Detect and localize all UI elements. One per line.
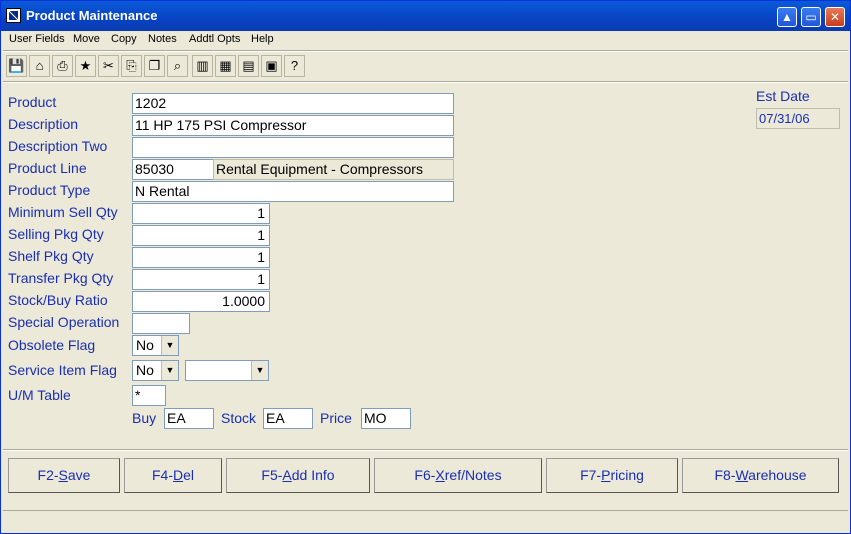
- service-item-flag-select[interactable]: No ▼: [132, 360, 179, 381]
- print-icon[interactable]: ⎙: [52, 55, 73, 77]
- xref-rest: ref/Notes: [444, 467, 502, 483]
- button-separator: [3, 449, 848, 451]
- menu-addtl-opts[interactable]: Addtl Opts: [189, 33, 240, 45]
- bldg-icon[interactable]: ▦: [215, 55, 236, 77]
- delete-button[interactable]: F4-Del: [124, 458, 222, 493]
- min-sell-qty-field[interactable]: 1: [132, 203, 270, 224]
- description-two-label: Description Two: [8, 138, 108, 154]
- xref-mnemonic: X: [435, 467, 445, 483]
- product-line-code-field[interactable]: 85030: [132, 159, 214, 180]
- del-mnemonic: D: [172, 467, 184, 483]
- obsolete-flag-value: No: [136, 337, 154, 353]
- shelf-pkg-qty-label: Shelf Pkg Qty: [8, 248, 94, 264]
- special-operation-field[interactable]: [132, 313, 190, 334]
- pricing-button[interactable]: F7-Pricing: [546, 458, 678, 493]
- title-bar[interactable]: Product Maintenance ▲ ▭ ✕: [1, 1, 850, 31]
- toolbar-separator: [3, 81, 848, 83]
- product-label: Product: [8, 94, 57, 110]
- save-mnemonic: S: [58, 467, 68, 483]
- copy-icon[interactable]: ⎘: [121, 55, 142, 77]
- product-type-field[interactable]: N Rental: [132, 181, 454, 202]
- um-table-field[interactable]: *: [132, 385, 166, 406]
- product-line-label: Product Line: [8, 160, 87, 176]
- save-icon[interactable]: 💾: [6, 55, 27, 77]
- selling-pkg-qty-field[interactable]: 1: [132, 225, 270, 246]
- chevron-down-icon[interactable]: ▼: [161, 336, 178, 355]
- special-operation-label: Special Operation: [8, 314, 120, 330]
- product-type-label: Product Type: [8, 182, 91, 198]
- stock-buy-ratio-label: Stock/Buy Ratio: [8, 292, 108, 308]
- est-date-value: 07/31/06: [756, 108, 840, 129]
- window-title: Product Maintenance: [26, 8, 158, 23]
- minimize-button[interactable]: ▲: [777, 7, 797, 27]
- run-icon[interactable]: ★: [75, 55, 96, 77]
- warehouse-button[interactable]: F8-Warehouse: [682, 458, 839, 493]
- obsolete-flag-label: Obsolete Flag: [8, 337, 96, 353]
- maximize-button[interactable]: ▭: [801, 7, 821, 27]
- cut-icon[interactable]: ✂: [98, 55, 119, 77]
- service-item-flag-label: Service Item Flag: [8, 362, 117, 378]
- buy-field[interactable]: EA: [164, 408, 214, 429]
- product-line-name: Rental Equipment - Compressors: [213, 159, 454, 180]
- calendar-icon[interactable]: ▣: [261, 55, 282, 77]
- shelf-pkg-qty-field[interactable]: 1: [132, 247, 270, 268]
- find-icon[interactable]: ⌕: [167, 55, 188, 77]
- menu-move[interactable]: Move: [73, 33, 100, 45]
- xref-notes-button[interactable]: F6-Xref/Notes: [374, 458, 542, 493]
- calculator-icon[interactable]: ▤: [238, 55, 259, 77]
- service-item-second-select[interactable]: ▼: [185, 360, 269, 381]
- description-two-field[interactable]: [132, 137, 454, 158]
- add-info-button[interactable]: F5-Add Info: [226, 458, 370, 493]
- menu-copy[interactable]: Copy: [111, 33, 137, 45]
- warehouse-rest: arehouse: [748, 467, 807, 483]
- paste-icon[interactable]: ❐: [144, 55, 165, 77]
- selling-pkg-qty-label: Selling Pkg Qty: [8, 226, 104, 242]
- del-key: F4-: [151, 467, 173, 483]
- stock-buy-ratio-field[interactable]: 1.0000: [132, 291, 270, 312]
- del-rest: el: [183, 467, 195, 483]
- app-icon: [6, 8, 21, 23]
- clear-icon[interactable]: ⌂: [29, 55, 50, 77]
- obsolete-flag-select[interactable]: No ▼: [132, 335, 179, 356]
- menu-notes[interactable]: Notes: [148, 33, 177, 45]
- pricing-key: F7-: [580, 467, 602, 483]
- chevron-down-icon[interactable]: ▼: [251, 361, 268, 380]
- buy-label: Buy: [132, 410, 157, 426]
- add-info-rest: dd Info: [291, 467, 335, 483]
- product-maintenance-window: Product Maintenance ▲ ▭ ✕ User Fields Mo…: [0, 0, 851, 534]
- warehouse-key: F8-: [714, 467, 736, 483]
- description-field[interactable]: 11 HP 175 PSI Compressor: [132, 115, 454, 136]
- price-label: Price: [320, 410, 352, 426]
- transfer-pkg-qty-label: Transfer Pkg Qty: [8, 270, 114, 286]
- close-button[interactable]: ✕: [825, 7, 845, 27]
- service-item-flag-value: No: [136, 362, 154, 378]
- help-icon[interactable]: ?: [284, 55, 305, 77]
- warehouse-mnemonic: W: [735, 467, 749, 483]
- menu-bar: User Fields Move Copy Notes Addtl Opts H…: [1, 31, 850, 49]
- save-rest: ave: [67, 467, 91, 483]
- stock-field[interactable]: EA: [263, 408, 313, 429]
- menu-user-fields[interactable]: User Fields: [9, 33, 65, 45]
- transfer-pkg-qty-field[interactable]: 1: [132, 269, 270, 290]
- status-bar: [3, 510, 848, 533]
- add-info-mnemonic: A: [282, 467, 292, 483]
- um-table-label: U/M Table: [8, 387, 71, 403]
- min-sell-qty-label: Minimum Sell Qty: [8, 204, 118, 220]
- price-field[interactable]: MO: [361, 408, 411, 429]
- chevron-down-icon[interactable]: ▼: [161, 361, 178, 380]
- stock-label: Stock: [221, 410, 257, 426]
- menu-help[interactable]: Help: [251, 33, 274, 45]
- save-button[interactable]: F2-Save: [8, 458, 120, 493]
- description-label: Description: [8, 116, 79, 132]
- pricing-rest: ricing: [610, 467, 644, 483]
- add-info-key: F5-: [261, 467, 283, 483]
- menu-separator: [3, 50, 848, 52]
- product-field[interactable]: 1202: [132, 93, 454, 114]
- save-key: F2-: [37, 467, 59, 483]
- est-date-label: Est Date: [756, 88, 810, 104]
- exit-door-icon[interactable]: ▥: [192, 55, 213, 77]
- xref-key: F6-: [414, 467, 436, 483]
